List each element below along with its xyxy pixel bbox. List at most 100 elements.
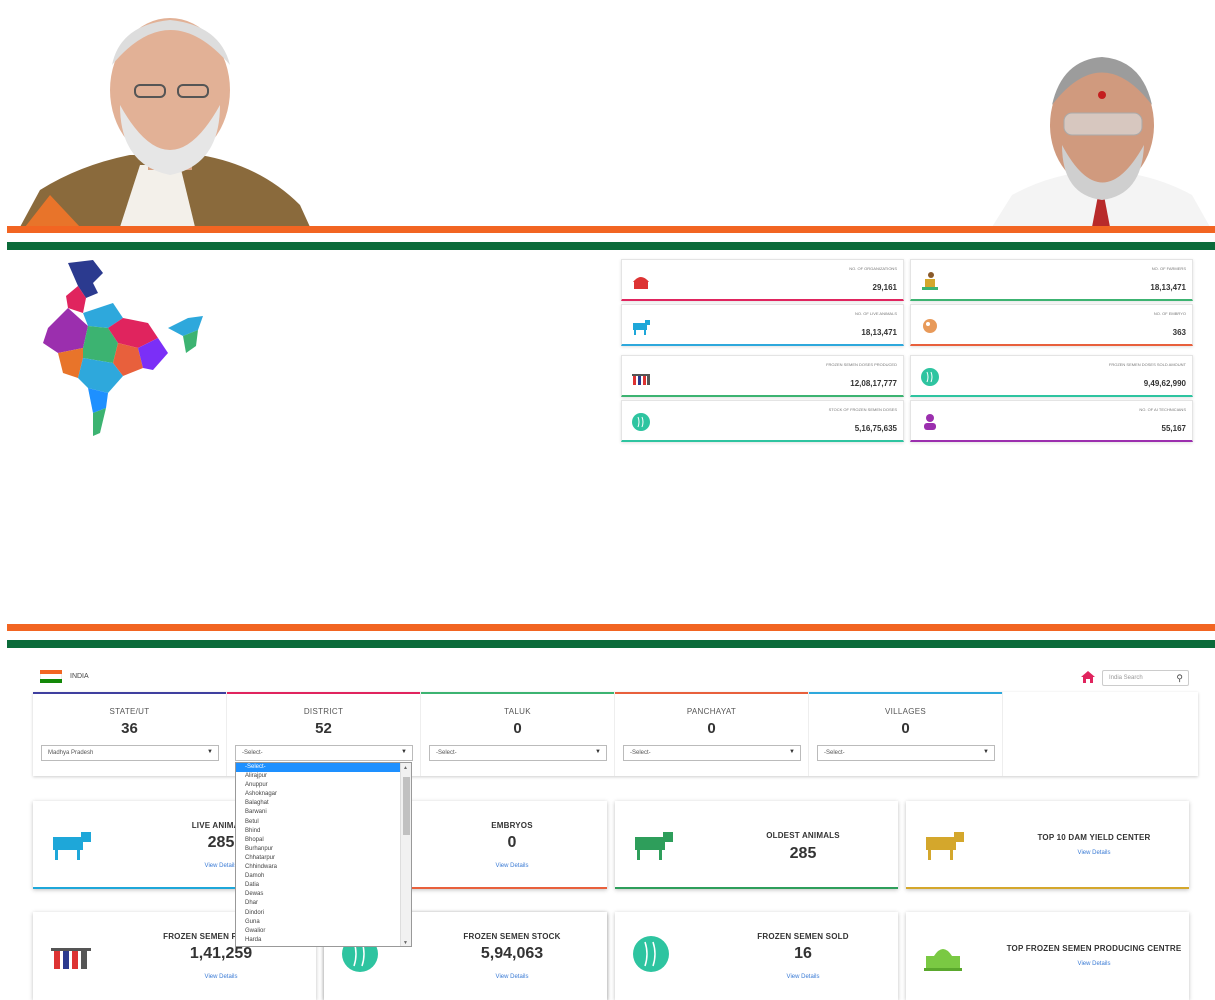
level-state: STATE/UT 36 Madhya Pradesh ▼ bbox=[33, 692, 227, 776]
stat-card-live-animals[interactable]: NO. OF LIVE ANIMALS 18,13,471 bbox=[621, 304, 904, 346]
scroll-down-icon[interactable]: ▼ bbox=[403, 940, 408, 946]
card-value: 5,94,063 bbox=[480, 945, 544, 962]
card-value: 285 bbox=[789, 845, 817, 862]
dropdown-option[interactable]: Damoh bbox=[236, 872, 411, 881]
stat-value: 12,08,17,777 bbox=[850, 379, 897, 388]
chevron-down-icon: ▼ bbox=[595, 749, 601, 755]
embryo-icon bbox=[919, 315, 941, 337]
card-top-semen-centre[interactable]: TOP FROZEN SEMEN PRODUCING CENTRE View D… bbox=[906, 912, 1189, 1000]
card-top-dam-yield[interactable]: TOP 10 DAM YIELD CENTER View Details bbox=[906, 801, 1189, 889]
dropdown-option[interactable]: Anuppur bbox=[236, 781, 411, 790]
search-input[interactable]: India Search ⚲ bbox=[1102, 670, 1189, 686]
dropdown-option[interactable]: Betul bbox=[236, 818, 411, 827]
stat-card-semen-produced[interactable]: FROZEN SEMEN DOSES PRODUCED 12,08,17,777 bbox=[621, 355, 904, 397]
card-frozen-semen-sold[interactable]: FROZEN SEMEN SOLD 16 View Details bbox=[615, 912, 898, 1000]
stat-value: 29,161 bbox=[872, 283, 897, 292]
scrollbar[interactable]: ▲ ▼ bbox=[400, 763, 411, 946]
dropdown-option[interactable]: Bhind bbox=[236, 827, 411, 836]
stat-card-semen-stock[interactable]: STOCK OF FROZEN SEMEN DOSES 5,16,75,635 bbox=[621, 400, 904, 442]
view-details-link[interactable]: View Details bbox=[417, 863, 607, 869]
india-map[interactable] bbox=[38, 258, 208, 443]
stat-card-organizations[interactable]: NO. OF ORGANIZATIONS 29,161 bbox=[621, 259, 904, 301]
search-icon[interactable]: ⚲ bbox=[1176, 673, 1183, 684]
level-bar bbox=[421, 692, 614, 694]
scroll-up-icon[interactable]: ▲ bbox=[403, 765, 408, 771]
level-title: STATE/UT bbox=[109, 707, 150, 716]
select-value: -Select- bbox=[630, 750, 651, 756]
view-details-link[interactable]: View Details bbox=[999, 961, 1189, 967]
dropdown-option[interactable]: Barwani bbox=[236, 808, 411, 817]
card-value: 0 bbox=[507, 834, 517, 851]
card-value: 1,41,259 bbox=[189, 945, 253, 962]
building-icon bbox=[922, 938, 968, 974]
dropdown-option[interactable]: Guna bbox=[236, 918, 411, 927]
select-value: -Select- bbox=[824, 750, 845, 756]
dropdown-option[interactable]: Datia bbox=[236, 881, 411, 890]
state-select[interactable]: Madhya Pradesh ▼ bbox=[41, 745, 219, 761]
dropdown-option[interactable]: -Select- bbox=[236, 763, 411, 773]
level-title: VILLAGES bbox=[884, 707, 927, 716]
level-bar bbox=[615, 692, 808, 694]
panchayat-select[interactable]: -Select- ▼ bbox=[623, 745, 801, 761]
scrollbar-thumb[interactable] bbox=[403, 777, 410, 835]
cow-icon bbox=[631, 827, 677, 863]
card-title: FROZEN SEMEN SOLD bbox=[757, 932, 849, 941]
saffron-stripe bbox=[7, 226, 1215, 233]
dropdown-option[interactable]: Chhatarpur bbox=[236, 854, 411, 863]
villages-select[interactable]: -Select- ▼ bbox=[817, 745, 995, 761]
stat-value: 5,16,75,635 bbox=[854, 424, 897, 433]
card-accent bbox=[615, 887, 898, 889]
card-title: EMBRYOS bbox=[491, 821, 533, 830]
view-details-link[interactable]: View Details bbox=[999, 850, 1189, 856]
dropdown-option[interactable]: Alirajpur bbox=[236, 772, 411, 781]
stat-label: NO. OF EMBRYO bbox=[1153, 311, 1186, 316]
dropdown-option[interactable]: Chhindwara bbox=[236, 863, 411, 872]
view-details-link[interactable]: View Details bbox=[417, 974, 607, 980]
view-details-link[interactable]: View Details bbox=[126, 974, 316, 980]
home-icon[interactable] bbox=[1080, 670, 1096, 684]
breadcrumb[interactable]: INDIA bbox=[70, 673, 89, 680]
view-details-link[interactable]: View Details bbox=[708, 974, 898, 980]
level-taluk: TALUK 0 -Select- ▼ bbox=[421, 692, 615, 776]
semen-icon bbox=[919, 366, 941, 388]
stat-card-semen-sold[interactable]: FROZEN SEMEN DOSES SOLD AMOUNT 9,49,62,9… bbox=[910, 355, 1193, 397]
chevron-down-icon: ▼ bbox=[207, 749, 213, 755]
dropdown-option[interactable]: Bhopal bbox=[236, 836, 411, 845]
district-select[interactable]: -Select- ▼ bbox=[235, 745, 413, 761]
stat-value: 9,49,62,990 bbox=[1143, 379, 1186, 388]
level-count: 52 bbox=[315, 720, 332, 737]
select-value: Madhya Pradesh bbox=[48, 750, 94, 756]
search-placeholder: India Search bbox=[1109, 675, 1143, 681]
dropdown-option[interactable]: Dewas bbox=[236, 890, 411, 899]
stat-label: FROZEN SEMEN DOSES PRODUCED bbox=[826, 362, 897, 367]
dropdown-option[interactable]: Harda bbox=[236, 936, 411, 945]
stat-card-embryo[interactable]: NO. OF EMBRYO 363 bbox=[910, 304, 1193, 346]
dropdown-option[interactable]: Balaghat bbox=[236, 799, 411, 808]
saffron-stripe-2 bbox=[7, 624, 1215, 631]
stat-label: NO. OF LIVE ANIMALS bbox=[854, 311, 897, 316]
portrait-left bbox=[20, 5, 310, 227]
level-panchayat: PANCHAYAT 0 -Select- ▼ bbox=[615, 692, 809, 776]
stat-label: NO. OF FARMERS bbox=[1151, 266, 1186, 271]
stat-card-technicians[interactable]: NO. OF AI TECHNICIANS 55,167 bbox=[910, 400, 1193, 442]
dropdown-option[interactable]: Burhanpur bbox=[236, 845, 411, 854]
card-accent bbox=[906, 887, 1189, 889]
dropdown-option[interactable]: Ashoknagar bbox=[236, 790, 411, 799]
card-title: TOP 10 DAM YIELD CENTER bbox=[1037, 833, 1151, 842]
dropdown-option[interactable]: Gwalior bbox=[236, 927, 411, 936]
dropdown-option[interactable]: Dindori bbox=[236, 909, 411, 918]
card-oldest-animals[interactable]: OLDEST ANIMALS 285 bbox=[615, 801, 898, 889]
taluk-select[interactable]: -Select- ▼ bbox=[429, 745, 607, 761]
chevron-down-icon: ▼ bbox=[983, 749, 989, 755]
chevron-down-icon: ▼ bbox=[789, 749, 795, 755]
district-dropdown-list[interactable]: -Select- Alirajpur Anuppur Ashoknagar Balagh… bbox=[235, 762, 412, 947]
card-title: FROZEN SEMEN STOCK bbox=[463, 932, 561, 941]
stat-value: 18,13,471 bbox=[1150, 283, 1186, 292]
stat-card-farmers[interactable]: NO. OF FARMERS 18,13,471 bbox=[910, 259, 1193, 301]
building-icon bbox=[630, 270, 652, 292]
stat-value: 18,13,471 bbox=[861, 328, 897, 337]
dropdown-option[interactable]: Dhar bbox=[236, 899, 411, 908]
select-value: -Select- bbox=[436, 750, 457, 756]
green-stripe bbox=[7, 242, 1215, 250]
semen-icon bbox=[631, 934, 677, 972]
